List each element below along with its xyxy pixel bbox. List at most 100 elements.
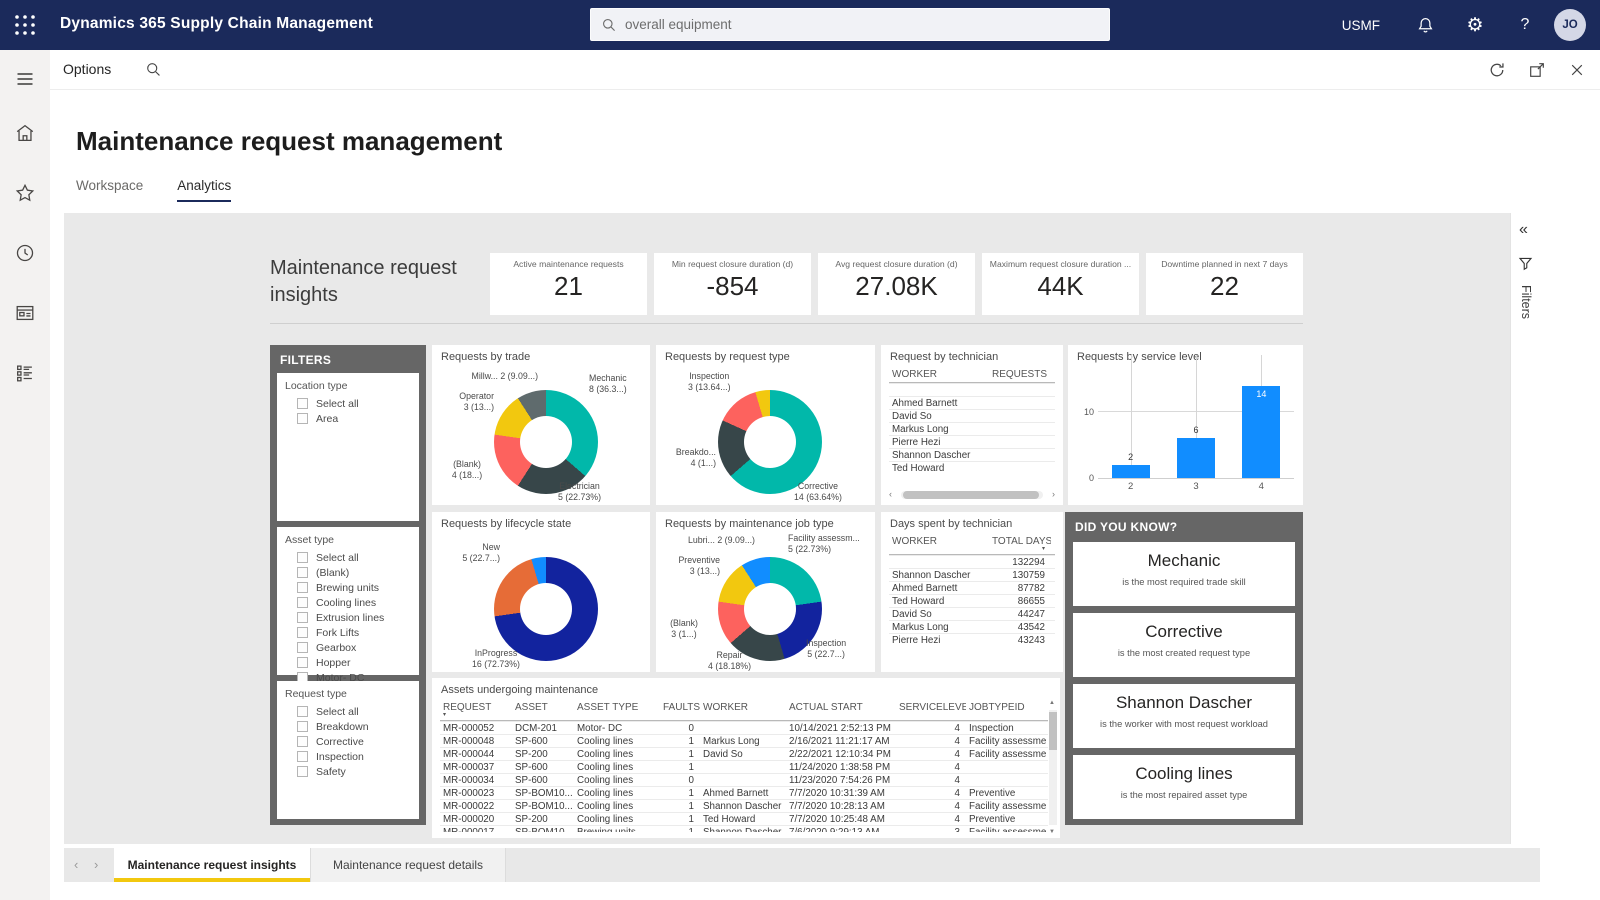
app-title[interactable]: Dynamics 365 Supply Chain Management [60,15,373,33]
table-row[interactable] [889,383,1055,396]
report-page-tab-details[interactable]: Maintenance request details [310,848,506,882]
table-row[interactable]: Markus Long 43542 [889,620,1055,633]
table-row[interactable]: Markus Long [889,422,1055,435]
filter-checkbox-item[interactable]: Safety [277,764,419,779]
scroll-left-icon[interactable]: ‹ [889,489,892,499]
filter-checkbox-item[interactable]: Corrective [277,734,419,749]
checkbox[interactable] [297,398,308,409]
user-avatar[interactable]: JO [1554,9,1586,41]
bar[interactable] [1111,464,1150,478]
kpi-card-avg-closure[interactable]: Avg request closure duration (d) 27.08K [818,253,975,315]
global-search-box[interactable] [590,8,1110,41]
checkbox[interactable] [297,612,308,623]
table-row[interactable]: MR-000044 SP-200 Cooling lines 1 David So 2/2… [440,747,1048,760]
checkbox[interactable] [297,766,308,777]
checkbox[interactable] [297,567,308,578]
checkbox[interactable] [297,642,308,653]
workspaces-icon[interactable] [0,292,50,334]
table-row[interactable]: David So [889,409,1055,422]
refresh-icon[interactable] [1484,57,1510,83]
help-icon[interactable]: ? [1500,0,1550,50]
pages-prev-button[interactable]: ‹ [74,857,78,872]
table-row[interactable]: MR-000037 SP-600 Cooling lines 1 11/24/2020 … [440,760,1048,773]
filter-checkbox-item[interactable]: Select all [277,550,419,565]
filter-checkbox-item[interactable]: Brewing units [277,580,419,595]
donut-chart[interactable] [494,390,598,494]
filter-checkbox-item[interactable]: Area [277,411,419,426]
checkbox[interactable] [297,751,308,762]
table-row[interactable]: Shannon Dascher 130759 [889,568,1055,581]
modules-list-icon[interactable] [0,352,50,394]
checkbox[interactable] [297,657,308,668]
table-row[interactable]: MR-000017SP-BOM10...Brewing units1Shanno… [440,825,1048,832]
table-row[interactable]: David So 44247 [889,607,1055,620]
donut-chart[interactable] [494,557,598,661]
table-row[interactable]: MR-000023 SP-BOM10... Cooling lines 1 Ahmed … [440,786,1048,799]
bar[interactable] [1177,438,1215,478]
checkbox[interactable] [297,627,308,638]
filter-checkbox-item[interactable]: Hopper [277,655,419,670]
filter-checkbox-item[interactable]: Extrusion lines [277,610,419,625]
filter-checkbox-item[interactable]: Select all [277,396,419,411]
options-menu[interactable]: Options [63,61,111,77]
filters-strip-label[interactable]: Filters [1519,285,1533,319]
notifications-bell-icon[interactable] [1400,0,1450,50]
tab-analytics[interactable]: Analytics [177,178,232,202]
checkbox[interactable] [297,597,308,608]
bar[interactable] [1242,385,1281,478]
hamburger-menu-icon[interactable] [0,58,50,100]
kpi-card-active-requests[interactable]: Active maintenance requests 21 [490,253,647,315]
table-row[interactable]: MR-000022 SP-BOM10... Cooling lines 1 Shanno… [440,799,1048,812]
checkbox[interactable] [297,721,308,732]
recent-clock-icon[interactable] [0,232,50,274]
table-row[interactable]: Ahmed Barnett [889,396,1055,409]
filter-checkbox-item[interactable]: Gearbox [277,640,419,655]
kpi-card-downtime[interactable]: Downtime planned in next 7 days 22 [1146,253,1303,315]
filter-checkbox-item[interactable]: Inspection [277,749,419,764]
kpi-card-max-closure[interactable]: Maximum request closure duration ... 44K [982,253,1139,315]
table-row[interactable]: MR-000048 SP-600 Cooling lines 1 Markus Long… [440,734,1048,747]
filter-checkbox-item[interactable]: (Blank) [277,565,419,580]
table-row[interactable]: Pierre Hezi [889,435,1055,448]
scroll-right-icon[interactable]: › [1052,489,1055,499]
home-icon[interactable] [0,112,50,154]
table-row[interactable]: Pierre Hezi 43243 [889,633,1055,646]
checkbox[interactable] [297,706,308,717]
report-page-tab-insights[interactable]: Maintenance request insights [114,848,310,882]
table-row[interactable]: MR-000052 DCM-201 Motor- DC 0 10/14/2021 2:5… [440,721,1048,734]
donut-chart[interactable] [718,390,822,494]
checkbox[interactable] [297,736,308,747]
filter-funnel-icon[interactable] [1517,255,1534,272]
company-selector[interactable]: USMF [1322,18,1400,33]
collapse-double-chevron-icon[interactable]: « [1519,221,1528,239]
open-in-new-window-icon[interactable] [1524,57,1550,83]
vertical-scrollbar[interactable]: ▲ ▼ [1048,700,1058,835]
scrollbar-thumb[interactable] [903,491,1039,499]
table-row[interactable]: Ted Howard [889,461,1055,474]
filter-checkbox-item[interactable]: Breakdown [277,719,419,734]
tab-workspace[interactable]: Workspace [76,178,143,202]
close-icon[interactable] [1564,57,1590,83]
scroll-down-icon[interactable]: ▼ [1049,829,1055,835]
scrollbar-thumb[interactable] [1049,712,1057,750]
checkbox[interactable] [297,552,308,563]
table-row[interactable]: MR-000020 SP-200 Cooling lines 1 Ted Howard 7… [440,812,1048,825]
checkbox[interactable] [297,582,308,593]
page-search-icon[interactable] [145,61,162,78]
pages-next-button[interactable]: › [94,857,98,872]
table-row[interactable]: Ahmed Barnett 87782 [889,581,1055,594]
settings-gear-icon[interactable]: ⚙ [1450,0,1500,50]
table-row[interactable]: Ted Howard 86655 [889,594,1055,607]
table-row[interactable]: MR-000034 SP-600 Cooling lines 0 11/23/2020 … [440,773,1048,786]
filter-checkbox-item[interactable]: Select all [277,704,419,719]
table-row[interactable]: Shannon Dascher [889,448,1055,461]
app-launcher-waffle-icon[interactable] [13,13,37,37]
search-input[interactable] [625,17,1099,32]
filter-checkbox-item[interactable]: Fork Lifts [277,625,419,640]
horizontal-scrollbar[interactable]: ‹ › [889,489,1055,500]
scroll-up-icon[interactable]: ▲ [1049,700,1055,706]
favorites-star-icon[interactable] [0,172,50,214]
kpi-card-min-closure[interactable]: Min request closure duration (d) -854 [654,253,811,315]
table-row[interactable]: 132294 [889,555,1055,568]
filter-checkbox-item[interactable]: Cooling lines [277,595,419,610]
